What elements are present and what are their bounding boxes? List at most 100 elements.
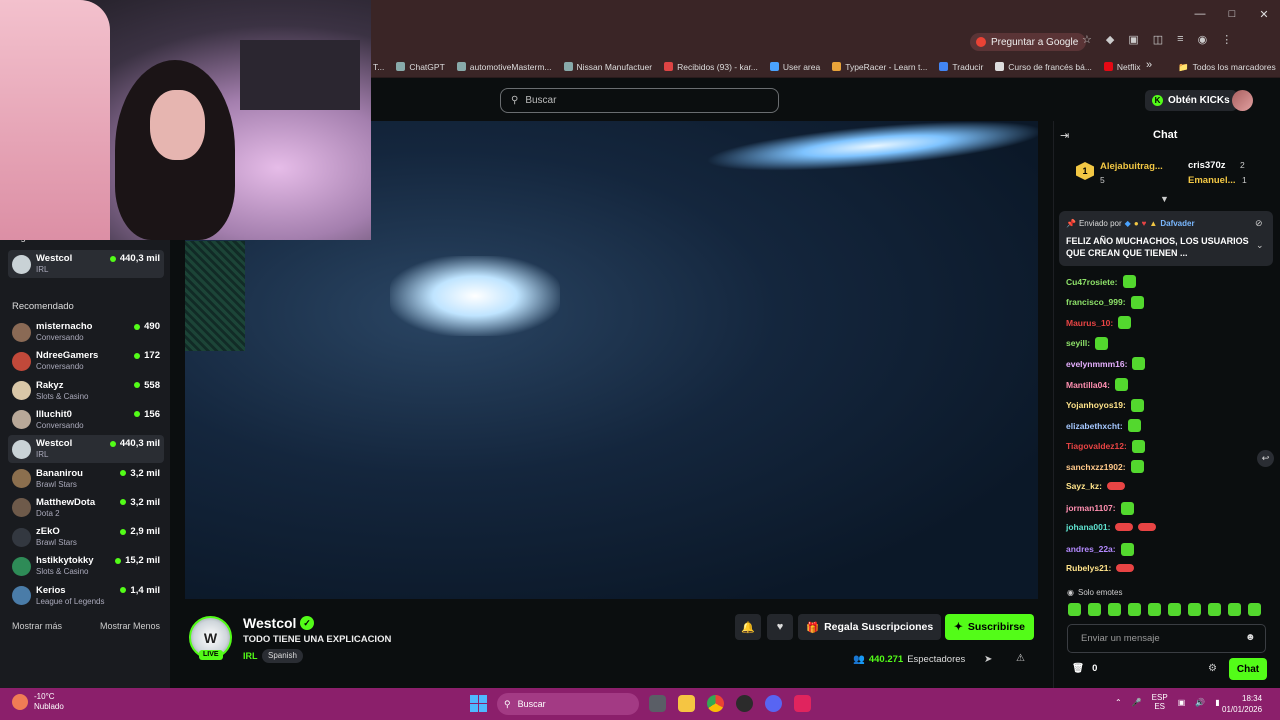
quick-emote-icon[interactable] — [1068, 603, 1081, 616]
user-avatar[interactable] — [1232, 90, 1253, 111]
bookmark[interactable]: Netflix — [1103, 62, 1141, 72]
get-kicks-button[interactable]: K Obtén KICKs — [1145, 90, 1237, 111]
extension-icon[interactable]: ◆ — [1106, 33, 1114, 46]
emoji-icon[interactable]: ☻ — [1245, 632, 1256, 643]
sidebar-channel[interactable]: MatthewDota Dota 2 3,2 mil — [8, 494, 164, 522]
more-bookmarks-icon[interactable]: » — [1146, 59, 1152, 71]
chat-username[interactable]: elizabethxcht: — [1066, 421, 1123, 431]
bookmark[interactable]: TypeRacer - Learn t... — [832, 62, 927, 72]
quick-emote-icon[interactable] — [1088, 603, 1101, 616]
chat-input[interactable]: Enviar un mensaje — [1067, 624, 1266, 653]
sidebar-channel[interactable]: Illuchit0 Conversando 156 — [8, 406, 164, 434]
show-less-link[interactable]: Mostrar Menos — [100, 621, 160, 631]
bookmark[interactable]: Curso de francés bá... — [995, 62, 1092, 72]
maximize-icon[interactable]: □ — [1216, 0, 1248, 28]
volume-icon[interactable]: 🔊 — [1195, 698, 1205, 707]
bookmark[interactable]: ChatGPT — [396, 62, 445, 72]
sidebar-channel[interactable]: Westcol IRL 440,3 mil — [8, 435, 164, 464]
taskbar-search[interactable]: ⚲ Buscar — [497, 693, 639, 715]
gift-subs-button[interactable]: 🎁 Regala Suscripciones — [798, 614, 942, 640]
clock[interactable]: 18:34 01/01/2026 — [1222, 693, 1262, 715]
chat-username[interactable]: Mantilla04: — [1066, 380, 1110, 390]
quick-emote-icon[interactable] — [1168, 603, 1181, 616]
chat-username[interactable]: sanchxzz1902: — [1066, 462, 1126, 472]
microphone-icon[interactable]: 🎤 — [1132, 698, 1142, 707]
sidebar-channel[interactable]: Bananirou Brawl Stars 3,2 mil — [8, 465, 164, 493]
follow-button[interactable]: ♥ — [767, 614, 793, 640]
network-icon[interactable]: ▣ — [1178, 698, 1186, 707]
bookmark[interactable]: Traducir — [939, 62, 983, 72]
channel-name[interactable]: Westcol — [243, 615, 296, 631]
tab-search-icon[interactable]: ◫ — [1153, 33, 1163, 46]
bookmark[interactable]: T... — [373, 62, 384, 72]
leaderboard-expand-icon[interactable]: ▼ — [1160, 194, 1169, 204]
show-more-link[interactable]: Mostrar más — [12, 621, 62, 631]
leaderboard-name[interactable]: cris370z — [1188, 160, 1226, 171]
chat-username[interactable]: Maurus_10: — [1066, 318, 1113, 328]
bookmark[interactable]: User area — [769, 62, 820, 72]
kicks-balance[interactable]: 🗑 0 — [1072, 663, 1097, 674]
notifications-button[interactable]: 🔔 — [735, 614, 761, 640]
chat-username[interactable]: jorman1107: — [1066, 503, 1116, 513]
chat-username[interactable]: Sayz_kz: — [1066, 481, 1102, 491]
chat-username[interactable]: andres_22a: — [1066, 544, 1116, 554]
sidebar-channel[interactable]: Westcol IRL 440,3 mil — [8, 250, 164, 278]
share-icon[interactable]: ➤ — [984, 654, 992, 665]
chevron-up-icon[interactable]: ⌃ — [1115, 698, 1122, 707]
weather-widget[interactable]: -10°C Nublado — [12, 692, 64, 712]
chat-username[interactable]: evelynmmm16: — [1066, 359, 1127, 369]
quick-emote-icon[interactable] — [1208, 603, 1221, 616]
chat-username[interactable]: francisco_999: — [1066, 297, 1126, 307]
chat-username[interactable]: Rubelys21: — [1066, 563, 1111, 573]
close-icon[interactable]: ✕ — [1248, 0, 1280, 28]
sidebar-channel[interactable]: hstikkytokky Slots & Casino 15,2 mil — [8, 552, 164, 580]
quick-emote-icon[interactable] — [1228, 603, 1241, 616]
gear-icon[interactable]: ⚙ — [1208, 663, 1217, 674]
windows-start-icon[interactable] — [470, 695, 487, 712]
app-icon[interactable] — [736, 695, 753, 712]
collapse-chat-icon[interactable]: ⇥ — [1060, 129, 1069, 142]
bookmark[interactable]: Recibidos (93) - kar... — [664, 62, 758, 72]
subscribe-button[interactable]: ✦ Suscribirse — [945, 614, 1035, 640]
chrome-icon[interactable] — [707, 695, 724, 712]
leaderboard-name[interactable]: Alejabuitrag... — [1100, 161, 1163, 172]
sidebar-channel[interactable]: Kerios League of Legends 1,4 mil — [8, 582, 164, 610]
discord-icon[interactable] — [765, 695, 782, 712]
battery-icon[interactable]: ▮ — [1215, 698, 1219, 707]
app-icon[interactable] — [794, 695, 811, 712]
sidebar-channel[interactable]: NdreeGamers Conversando 172 — [8, 347, 164, 375]
chat-username[interactable]: Yojanhoyos19: — [1066, 400, 1126, 410]
stream-category[interactable]: IRL — [243, 651, 258, 661]
ask-google-button[interactable]: Preguntar a Google — [970, 33, 1087, 51]
quick-emote-icon[interactable] — [1148, 603, 1161, 616]
quick-emote-icon[interactable] — [1188, 603, 1201, 616]
sidebar-channel[interactable]: misternacho Conversando 490 — [8, 318, 164, 346]
chevron-down-icon[interactable]: ⌄ — [1256, 240, 1264, 251]
chat-username[interactable]: Cu47rosiete: — [1066, 277, 1118, 287]
chat-username[interactable]: johana001: — [1066, 522, 1110, 532]
scroll-to-bottom-icon[interactable]: ↩ — [1257, 450, 1274, 467]
sidebar-channel[interactable]: Rakyz Slots & Casino 558 — [8, 377, 164, 405]
quick-emote-icon[interactable] — [1248, 603, 1261, 616]
minimize-icon[interactable]: — — [1184, 0, 1216, 28]
stream-tag[interactable]: Spanish — [262, 649, 303, 663]
leaderboard-name[interactable]: Emanuel... — [1188, 175, 1236, 186]
bookmark[interactable]: Nissan Manufactuer — [563, 62, 652, 72]
chat-username[interactable]: Tiagovaldez12: — [1066, 441, 1127, 451]
language-indicator[interactable]: ESP ES — [1152, 693, 1168, 711]
bookmark[interactable]: automotiveMasterm... — [456, 62, 552, 72]
quick-emote-icon[interactable] — [1108, 603, 1121, 616]
chat-username[interactable]: seyill: — [1066, 338, 1090, 348]
star-icon[interactable]: ☆ — [1082, 33, 1092, 46]
puzzle-icon[interactable]: ▣ — [1128, 33, 1138, 46]
report-icon[interactable]: ⚠ — [1016, 653, 1025, 664]
task-view-icon[interactable] — [649, 695, 666, 712]
sidebar-channel[interactable]: zEkO Brawl Stars 2,9 mil — [8, 523, 164, 551]
all-bookmarks[interactable]: 📁 Todos los marcadores — [1178, 56, 1276, 78]
search-input[interactable]: ⚲ Buscar — [500, 88, 779, 113]
more-options-icon[interactable]: ⋮ — [1221, 33, 1232, 46]
quick-emote-icon[interactable] — [1128, 603, 1141, 616]
menu-icon[interactable]: ≡ — [1177, 33, 1183, 46]
send-chat-button[interactable]: Chat — [1229, 658, 1267, 680]
hide-pin-icon[interactable]: ⊘ — [1255, 218, 1263, 229]
